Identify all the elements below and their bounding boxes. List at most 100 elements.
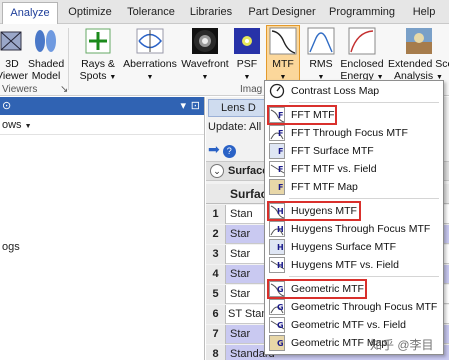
fft-letter: F [278,183,283,192]
geometric-letter: G [277,339,284,348]
surface-type-cell[interactable]: Star [230,268,250,280]
psf-icon [232,26,262,56]
menu-item-label: FFT MTF Map [291,181,358,193]
menu-item-huygens-surface-mtf[interactable]: H Huygens Surface MTF [267,238,441,256]
menu-item-contrast-loss-map[interactable]: Contrast Loss Map [267,82,441,100]
huygens-letter: H [277,243,284,252]
arrow-right-icon[interactable]: ➡ [208,141,220,157]
rays-spots-label-1: Rays & [81,58,115,70]
shaded-model-button[interactable]: Shaded Model [28,26,64,82]
enclosed-energy-button[interactable]: Enclosed Energy ▼ [340,26,384,84]
fft-surface-icon: F [269,143,285,159]
menu-item-fft-surface-mtf[interactable]: F FFT Surface MTF [267,142,441,160]
menu-separator [289,198,439,199]
row-number: 2 [206,225,226,244]
enclosed-energy-label-1: Enclosed [340,58,384,70]
tab-lens-data[interactable]: Lens D [208,99,268,117]
tab-optimize[interactable]: Optimize [60,2,120,24]
3d-viewer-label-2: Viewer [0,70,28,82]
tab-libraries[interactable]: Libraries [182,2,240,24]
menu-item-label: FFT Through Focus MTF [291,127,408,139]
menu-separator [289,276,439,277]
dropdown-arrow-icon: ▼ [109,74,117,81]
wavefront-label: Wavefront [181,58,229,70]
menu-item-geometric-through-focus-mtf[interactable]: G Geometric Through Focus MTF [267,298,441,316]
row-number: 1 [206,205,226,224]
geometric-letter: G [277,303,284,312]
rays-spots-button[interactable]: Rays & Spots ▼ [76,26,120,84]
fft-map-icon: F [269,179,285,195]
menu-item-label: Geometric Through Focus MTF [291,301,438,313]
highlight-box-fft-mtf [267,105,337,125]
extended-scene-button[interactable]: Extended Sce Analysis ▼ [388,26,449,84]
left-panel-dropdown[interactable]: ows ▼ [0,115,204,135]
wavefront-button[interactable]: Wavefront ▼ [180,26,230,84]
wavefront-arrow-row: ▼ [180,70,230,84]
menu-item-label: Geometric MTF vs. Field [291,319,406,331]
row-number: 3 [206,245,226,264]
surface-type-cell[interactable]: Star [230,248,250,260]
row-number: 7 [206,325,226,344]
menu-item-fft-mtf-vs-field[interactable]: F FFT MTF vs. Field [267,160,441,178]
menu-item-huygens-mtf-vs-field[interactable]: H Huygens MTF vs. Field [267,256,441,274]
geometric-vs-field-icon: G [269,317,285,333]
menu-item-label: Huygens Through Focus MTF [291,223,431,235]
rms-button[interactable]: RMS ▼ [304,26,338,84]
aberrations-label: Aberrations [123,58,177,70]
wavefront-icon [190,26,220,56]
panel-menu-icon[interactable]: ⊙ [2,97,11,115]
row-number: 5 [206,285,226,304]
help-icon[interactable]: ? [222,145,236,158]
surface-type-cell[interactable]: Stan [230,208,253,220]
menu-item-fft-mtf-map[interactable]: F FFT MTF Map [267,178,441,196]
aberrations-button[interactable]: Aberrations ▼ [122,26,178,84]
left-panel-dropdown-label: ows [2,119,22,131]
menu-item-geometric-mtf-vs-field[interactable]: G Geometric MTF vs. Field [267,316,441,334]
menu-item-label: Huygens MTF vs. Field [291,259,399,271]
editor-toolbar: ➡ ? [208,141,236,158]
group-label-image: Imag [240,84,263,95]
tab-part-designer[interactable]: Part Designer [242,2,322,24]
geometric-letter: G [277,321,284,330]
shaded-model-icon [31,26,61,56]
menu-item-fft-through-focus-mtf[interactable]: F FFT Through Focus MTF [267,124,441,142]
3d-viewer-button[interactable]: 3D Viewer [0,26,30,82]
tab-tolerance[interactable]: Tolerance [122,2,180,24]
tab-help[interactable]: Help [404,2,444,24]
3d-viewer-label-1: 3D [5,58,19,70]
psf-arrow-row: ▼ [232,70,262,84]
menu-item-huygens-through-focus-mtf[interactable]: H Huygens Through Focus MTF [267,220,441,238]
contrast-loss-map-icon [269,83,285,99]
chevron-down-icon[interactable]: ⌄ [210,164,224,178]
pin-icon[interactable]: ▾ [180,97,186,115]
highlight-box-geometric-mtf [267,279,367,299]
dropdown-arrow-icon: ▼ [201,74,209,81]
menu-item-label: Huygens Surface MTF [291,241,397,253]
rays-spots-label-2-row: Spots ▼ [76,70,120,84]
row-number: 6 [206,305,226,324]
psf-button[interactable]: PSF ▼ [232,26,262,84]
surface-type-cell[interactable]: Star [230,288,250,300]
surface-type-cell[interactable]: Star [230,228,250,240]
group-launcher-icon[interactable]: ↘ [60,84,68,95]
surface-type-cell[interactable]: ST Stan [228,308,268,320]
fft-vs-field-icon: F [269,161,285,177]
3d-viewer-icon [0,26,27,56]
fft-through-focus-icon: F [269,125,285,141]
aberrations-arrow-row: ▼ [122,70,178,84]
tab-programming[interactable]: Programming [324,2,400,24]
huygens-letter: H [277,225,284,234]
surface-type-cell[interactable]: Star [230,328,250,340]
highlight-box-huygens-mtf [267,201,361,221]
extended-scene-label-1: Extended Sce [388,58,449,70]
huygens-vs-field-icon: H [269,257,285,273]
dropdown-arrow-icon: ▼ [146,74,154,81]
left-panel-item[interactable]: ogs [2,241,20,253]
shaded-model-label-1: Shaded [28,58,65,70]
tab-analyze[interactable]: Analyze [2,2,58,24]
mtf-button[interactable]: MTF ▼ [266,25,300,81]
watermark: 知乎 @李目 [370,338,434,352]
ribbon-tab-bar: Analyze Optimize Tolerance Libraries Par… [0,0,449,24]
group-label-viewers: Viewers [2,84,38,95]
close-icon[interactable]: ⊡ [191,97,200,115]
